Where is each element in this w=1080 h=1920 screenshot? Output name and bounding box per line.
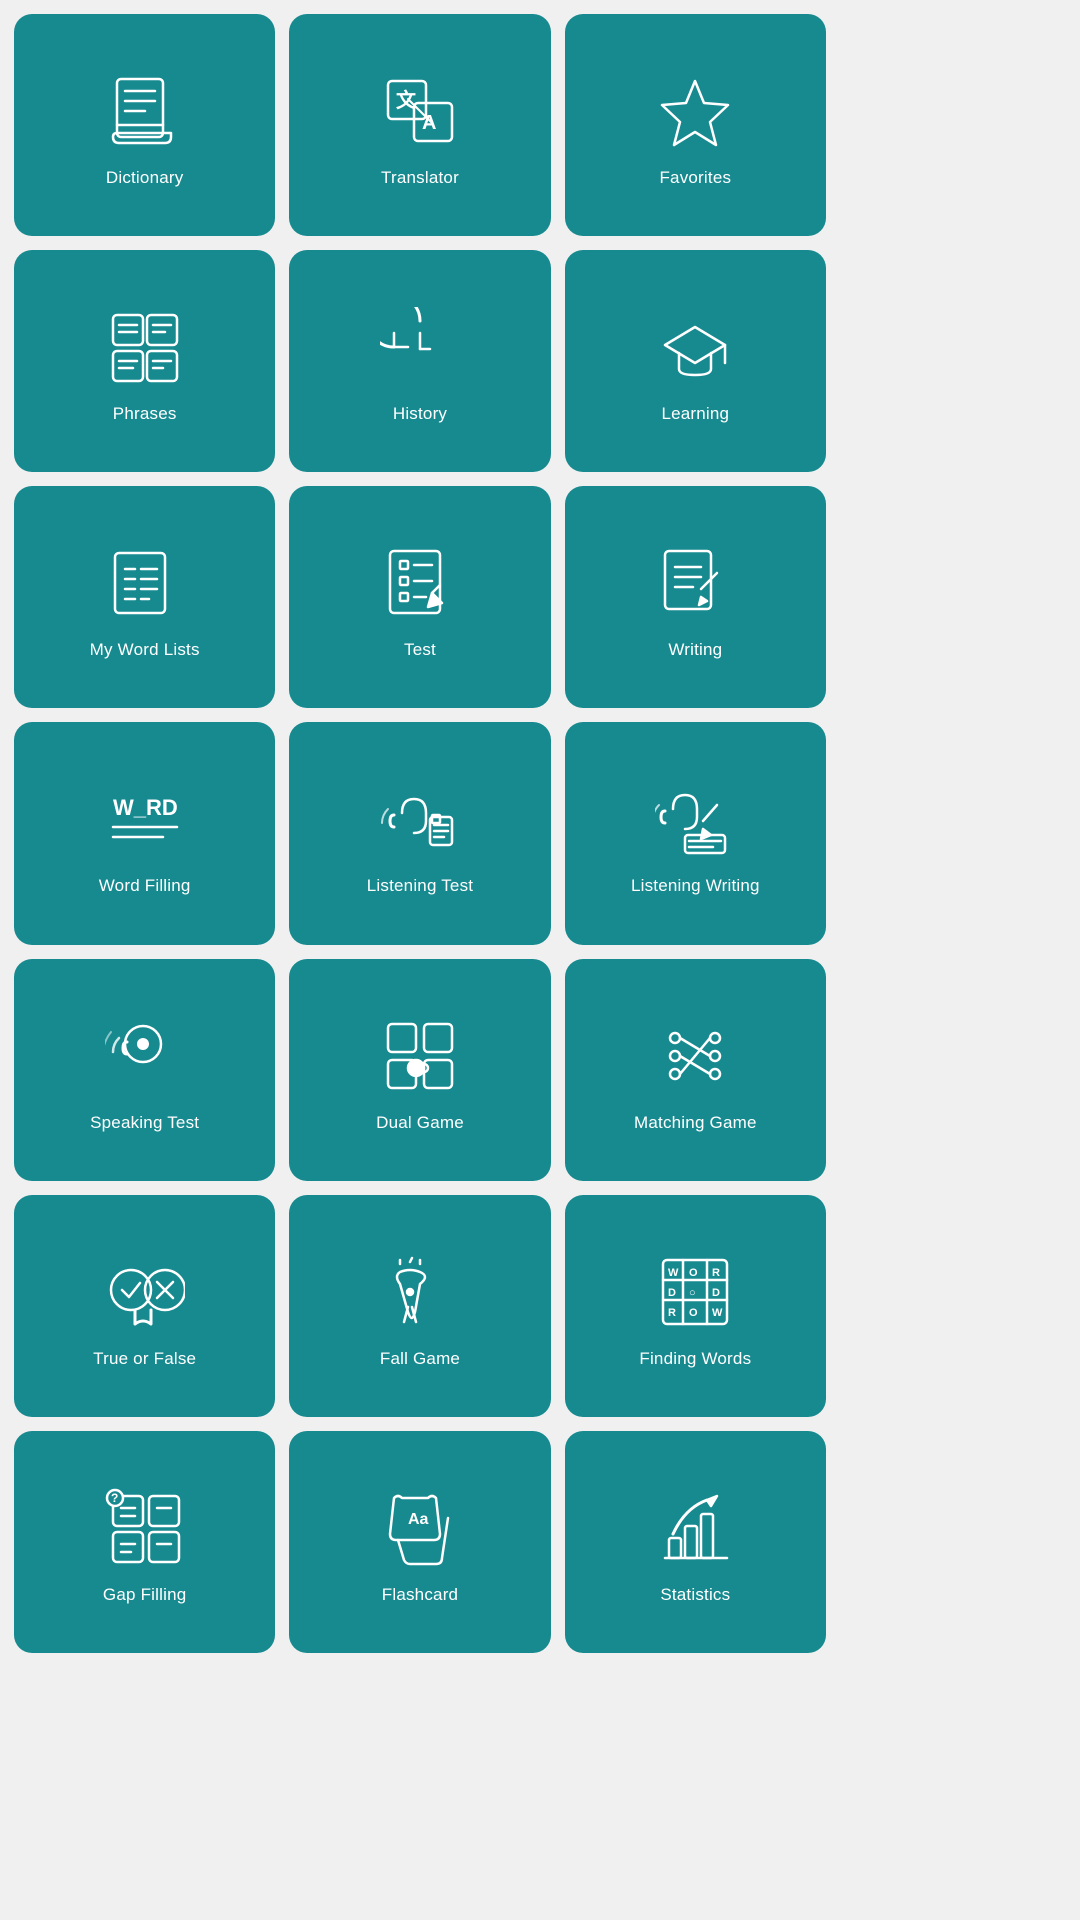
tile-listening-writing[interactable]: Listening Writing [565,722,826,944]
favorites-label: Favorites [659,168,731,188]
phrases-label: Phrases [113,404,177,424]
phrases-icon [100,302,190,392]
listening-writing-label: Listening Writing [631,876,760,896]
svg-text:R: R [668,1307,676,1319]
tile-writing[interactable]: Writing [565,486,826,708]
svg-text:Aa: Aa [408,1511,429,1528]
listening-writing-icon [650,774,740,864]
statistics-icon [650,1483,740,1573]
gap-filling-label: Gap Filling [103,1585,186,1605]
tile-listening-test[interactable]: Listening Test [289,722,550,944]
listening-test-icon [375,774,465,864]
tile-statistics[interactable]: Statistics [565,1431,826,1653]
svg-text:O: O [689,1307,698,1319]
tile-true-or-false[interactable]: True or False [14,1195,275,1417]
matching-game-icon [650,1011,740,1101]
tile-dictionary[interactable]: Dictionary [14,14,275,236]
svg-text:W_RD: W_RD [113,795,178,820]
true-or-false-label: True or False [93,1349,196,1369]
speaking-test-icon [100,1011,190,1101]
word-filling-icon: W_RD [100,774,190,864]
my-word-lists-label: My Word Lists [90,640,200,660]
translator-label: Translator [381,168,459,188]
dictionary-label: Dictionary [106,168,184,188]
svg-text:R: R [712,1267,720,1279]
writing-label: Writing [668,640,722,660]
dictionary-icon [100,66,190,156]
fall-game-icon [375,1247,465,1337]
learning-label: Learning [661,404,729,424]
tile-history[interactable]: History [289,250,550,472]
translator-icon: 文A [375,66,465,156]
svg-text:W: W [712,1307,723,1319]
history-icon [375,302,465,392]
tile-finding-words[interactable]: WORD○DROWFinding Words [565,1195,826,1417]
test-label: Test [404,640,436,660]
tile-speaking-test[interactable]: Speaking Test [14,959,275,1181]
favorites-icon [650,66,740,156]
tile-phrases[interactable]: Phrases [14,250,275,472]
tile-test[interactable]: Test [289,486,550,708]
writing-icon [650,538,740,628]
tile-fall-game[interactable]: Fall Game [289,1195,550,1417]
matching-game-label: Matching Game [634,1113,757,1133]
tile-gap-filling[interactable]: ? Gap Filling [14,1431,275,1653]
svg-text:○: ○ [689,1287,696,1299]
learning-icon [650,302,740,392]
gap-filling-icon: ? [100,1483,190,1573]
finding-words-icon: WORD○DROW [650,1247,740,1337]
app-grid: Dictionary 文A Translator Favorites Phrases Hi… [0,0,840,1667]
svg-text:W: W [668,1267,679,1279]
statistics-label: Statistics [660,1585,730,1605]
flashcard-label: Flashcard [382,1585,458,1605]
tile-word-filling[interactable]: W_RD Word Filling [14,722,275,944]
my-word-lists-icon [100,538,190,628]
history-label: History [393,404,447,424]
speaking-test-label: Speaking Test [90,1113,199,1133]
tile-learning[interactable]: Learning [565,250,826,472]
dual-game-label: Dual Game [376,1113,464,1133]
test-icon [375,538,465,628]
flashcard-icon: Aa [375,1483,465,1573]
tile-flashcard[interactable]: Aa Flashcard [289,1431,550,1653]
svg-text:D: D [712,1287,720,1299]
dual-game-icon [375,1011,465,1101]
tile-translator[interactable]: 文A Translator [289,14,550,236]
finding-words-label: Finding Words [639,1349,751,1369]
fall-game-label: Fall Game [380,1349,460,1369]
tile-my-word-lists[interactable]: My Word Lists [14,486,275,708]
true-or-false-icon [100,1247,190,1337]
tile-favorites[interactable]: Favorites [565,14,826,236]
tile-matching-game[interactable]: Matching Game [565,959,826,1181]
tile-dual-game[interactable]: Dual Game [289,959,550,1181]
svg-text:?: ? [111,1491,118,1505]
listening-test-label: Listening Test [367,876,473,896]
word-filling-label: Word Filling [99,876,191,896]
svg-text:O: O [689,1267,698,1279]
svg-text:D: D [668,1287,676,1299]
